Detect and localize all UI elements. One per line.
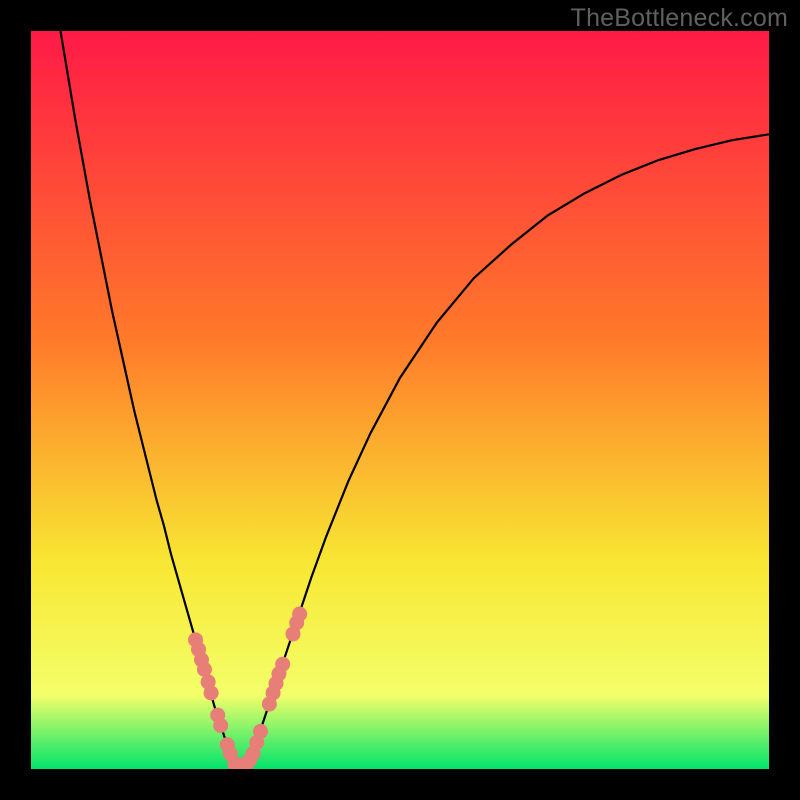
- curve-dot: [253, 724, 268, 739]
- chart-frame: TheBottleneck.com: [0, 0, 800, 800]
- curve-dot: [292, 607, 307, 622]
- curve-dot: [204, 685, 219, 700]
- watermark-text: TheBottleneck.com: [571, 4, 788, 33]
- curve-dot: [213, 718, 228, 733]
- curve-dots-bottom: [227, 756, 254, 769]
- curve-dot: [275, 657, 290, 672]
- gradient-background: [31, 31, 769, 769]
- bottleneck-chart: [31, 31, 769, 769]
